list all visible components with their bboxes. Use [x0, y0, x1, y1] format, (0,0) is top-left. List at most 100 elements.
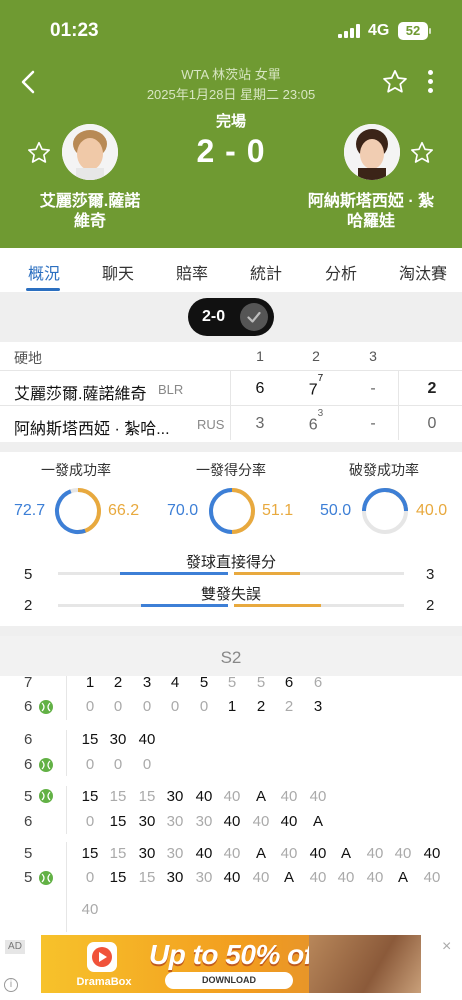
point-top: 5 [199, 676, 209, 691]
set-header-band: S2 [0, 636, 462, 676]
tab-overview[interactable]: 概況 [28, 260, 60, 284]
player1-name[interactable]: 艾麗莎爾.薩諾 維奇 [20, 192, 160, 232]
point-top: 3 [142, 676, 152, 691]
point-top: 40 [195, 788, 213, 805]
player2-name-line2: 哈羅娃 [346, 213, 395, 230]
stat-aces-p2: 3 [426, 566, 435, 583]
point-top: 40 [138, 731, 156, 748]
ad-close-icon[interactable]: × [442, 938, 451, 956]
player2-avatar[interactable] [344, 124, 400, 180]
stat-break-conversion-p2: 40.0 [416, 502, 448, 519]
point-bottom: 0 [142, 756, 152, 773]
status-bar: 01:23 4G 52 [0, 0, 462, 60]
player1-sets-won: 2 [427, 380, 437, 397]
point-top: 4 [170, 676, 180, 691]
set-label[interactable]: S2 [0, 648, 462, 668]
point-bottom: 0 [85, 698, 95, 715]
point-bottom: 0 [85, 813, 95, 830]
tab-odds[interactable]: 賠率 [176, 260, 208, 284]
stat-double-faults-p1: 2 [24, 597, 33, 614]
point-top: 30 [166, 845, 184, 862]
tab-bracket[interactable]: 淘汰賽 [399, 260, 447, 284]
stat-break-conversion-p1: 50.0 [320, 502, 352, 519]
point-top: 40 [423, 845, 441, 862]
point-top: A [255, 845, 266, 862]
point-bottom: 40 [223, 869, 241, 886]
point-bottom: A [283, 869, 294, 886]
tab-analysis[interactable]: 分析 [325, 260, 357, 284]
player2-row-name: 阿納斯塔西婭 · 紮哈... [14, 421, 170, 438]
favorite-player1-star-icon[interactable] [26, 140, 52, 166]
game-divider [66, 786, 67, 834]
stat-first-serve-in-p2: 66.2 [108, 502, 140, 519]
tab-stats[interactable]: 統計 [250, 260, 282, 284]
tab-chat[interactable]: 聊天 [102, 260, 134, 284]
point-top: 15 [81, 845, 99, 862]
stat-aces-p1: 5 [24, 566, 33, 583]
match-header: 01:23 4G 52 WTA 林茨站 女單 2025年1月28日 星期二 23… [0, 0, 462, 248]
signal-icon [338, 24, 362, 38]
point-bottom: 40 [337, 869, 355, 886]
point-bottom: 0 [113, 698, 123, 715]
first-serve-in-donut [55, 488, 101, 534]
check-icon [240, 303, 268, 331]
player2-set2: 63 [303, 408, 329, 434]
point-overflow: 40 [81, 901, 99, 918]
point-top: 40 [394, 845, 412, 862]
point-bottom: A [397, 869, 408, 886]
favorite-match-star-icon[interactable] [381, 68, 409, 96]
point-top: 40 [280, 845, 298, 862]
game-score-top: 5 [24, 845, 33, 862]
player2-name[interactable]: 阿納斯塔西婭 · 紮 哈羅娃 [296, 192, 446, 232]
battery-tip [429, 28, 431, 34]
point-top: 40 [366, 845, 384, 862]
set-header-3: 3 [369, 348, 377, 364]
active-tab-indicator [26, 288, 60, 291]
point-top: 15 [138, 788, 156, 805]
player1-set2: 77 [303, 373, 329, 399]
network-type: 4G [368, 22, 390, 39]
favorite-player2-star-icon[interactable] [409, 140, 435, 166]
game-divider [66, 842, 67, 932]
point-top: 5 [256, 676, 266, 691]
sets-summary-pill[interactable]: 2-0 [188, 298, 274, 336]
point-bottom: 30 [195, 869, 213, 886]
ad-brand: DramaBox [76, 976, 132, 988]
double-faults-bar-p1 [141, 604, 228, 607]
point-top: A [340, 845, 351, 862]
player1-name-line1: 艾麗莎爾.薩諾 [39, 193, 141, 210]
point-bottom: 15 [109, 869, 127, 886]
point-bottom: 40 [423, 869, 441, 886]
point-top: 15 [81, 731, 99, 748]
more-options-icon[interactable] [422, 68, 438, 96]
point-top: 40 [309, 845, 327, 862]
game-score-bottom: 6 [24, 698, 33, 715]
point-bottom: 0 [199, 698, 209, 715]
sets-summary-text: 2-0 [202, 308, 226, 325]
point-top: 15 [81, 788, 99, 805]
stat-aces-title: 發球直接得分 [185, 554, 276, 571]
ad-banner[interactable]: DramaBox Up to 50% off DOWNLOAD [41, 935, 421, 993]
player1-avatar[interactable] [62, 124, 118, 180]
player1-set2-games: 7 [308, 381, 318, 399]
point-bottom: 40 [252, 869, 270, 886]
set-header-2: 2 [312, 348, 320, 364]
point-bottom: 30 [138, 813, 156, 830]
player1-set2-tiebreak: 7 [317, 373, 324, 384]
point-bottom: 15 [138, 869, 156, 886]
point-bottom: 1 [227, 698, 237, 715]
ad-download-button[interactable]: DOWNLOAD [165, 972, 293, 989]
court-surface: 硬地 [14, 350, 42, 366]
point-bottom: 40 [280, 813, 298, 830]
player2-name-line1: 阿納斯塔西婭 · 紮 [307, 193, 435, 210]
ad-info-icon[interactable]: i [4, 978, 18, 992]
stat-double-faults-title: 雙發失誤 [200, 586, 261, 603]
serve-ball-icon [39, 758, 53, 772]
point-top: 40 [280, 788, 298, 805]
stat-first-serve-in-p1: 72.7 [14, 502, 46, 519]
point-bottom: 40 [309, 869, 327, 886]
point-top: A [255, 788, 266, 805]
battery-icon: 52 [398, 22, 428, 40]
point-bottom: A [312, 813, 323, 830]
aces-bar-p1 [120, 572, 228, 575]
